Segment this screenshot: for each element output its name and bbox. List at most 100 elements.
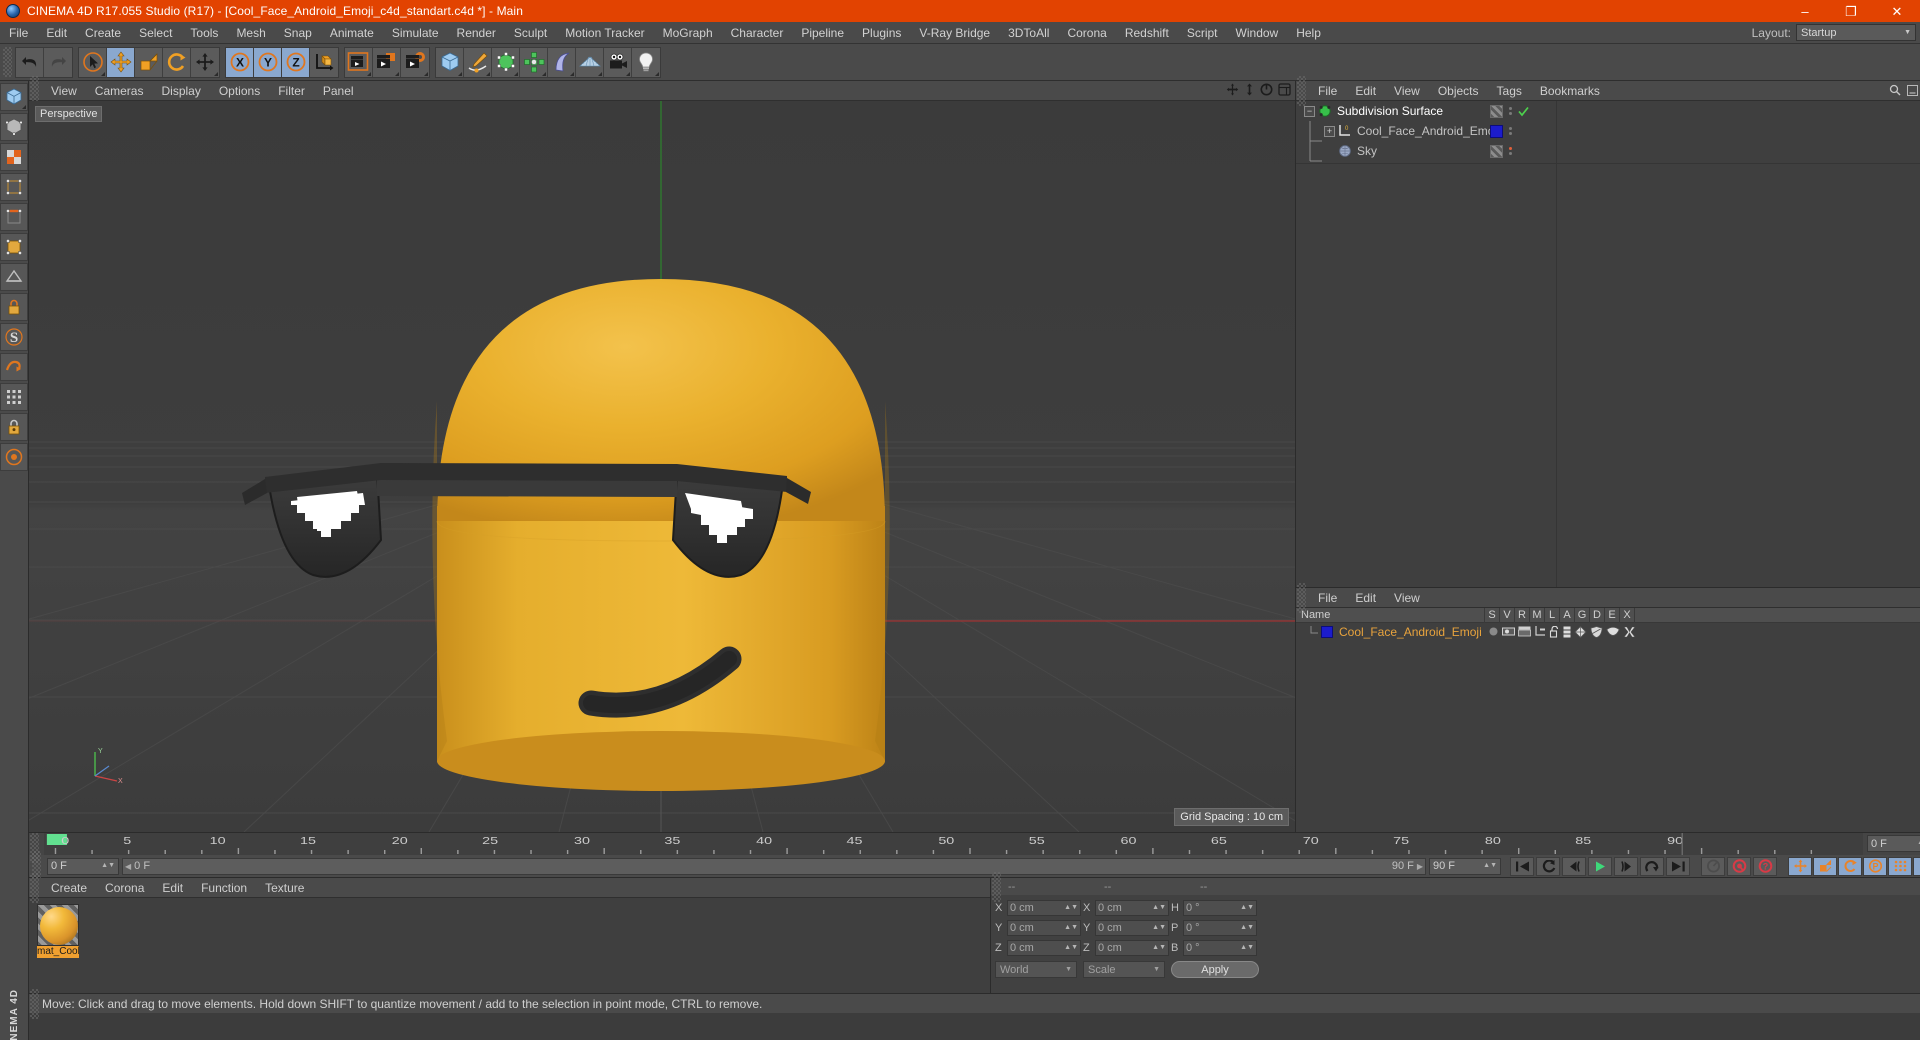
visibility-dots[interactable]	[1507, 107, 1514, 115]
scale-key-button[interactable]	[1813, 856, 1837, 876]
lock-y-axis-button[interactable]: Y	[254, 47, 282, 77]
coord-input-pos-y[interactable]: 0 cm ▲▼	[1007, 920, 1081, 936]
add-nurbs-button[interactable]	[492, 47, 520, 77]
render-icon[interactable]	[1518, 626, 1531, 637]
rotate-icon[interactable]	[1260, 83, 1273, 96]
coord-input-size-y[interactable]: 0 cm ▲▼	[1095, 920, 1169, 936]
layout-dropdown[interactable]: Startup ▼	[1796, 24, 1916, 41]
coordinates-grip[interactable]	[992, 871, 1001, 902]
add-environment-button[interactable]	[576, 47, 604, 77]
cap-icon[interactable]	[1606, 626, 1620, 637]
quantize-button[interactable]	[0, 443, 28, 471]
viewport-3d-scene[interactable]	[29, 101, 1295, 832]
menu-item-3dtoall[interactable]: 3DToAll	[999, 22, 1058, 44]
minimize-panel-icon[interactable]	[1907, 84, 1918, 96]
object-tree[interactable]: − Subdivision Surface + 0 Cool_Face_Andr…	[1296, 101, 1920, 587]
material-tag-icon[interactable]	[1490, 124, 1503, 138]
display-tag-icon[interactable]	[1490, 104, 1503, 118]
column-header-d[interactable]: D	[1590, 607, 1605, 623]
world-object-coord-button[interactable]	[310, 47, 338, 77]
keyframe-selection-button[interactable]: ?	[1753, 856, 1777, 876]
close-button[interactable]: ✕	[1874, 0, 1920, 22]
column-header-s[interactable]: S	[1485, 607, 1500, 623]
autokey-button[interactable]	[1701, 856, 1725, 876]
spinner-icon[interactable]: ▲▼	[1240, 944, 1254, 951]
matmgr-menu-edit[interactable]: Edit	[153, 878, 192, 898]
display-tag-icon[interactable]	[1490, 144, 1503, 158]
scale-tool[interactable]	[135, 47, 163, 77]
spinner-icon[interactable]: ▲▼	[1064, 904, 1078, 911]
column-header-a[interactable]: A	[1560, 607, 1575, 623]
menu-item-motion-tracker[interactable]: Motion Tracker	[556, 22, 653, 44]
rotation-key-button[interactable]	[1838, 856, 1862, 876]
viewport-canvas-wrapper[interactable]: Perspective Y X Grid Spacing: 10 cm	[29, 101, 1295, 832]
material-thumbnail[interactable]	[37, 904, 79, 946]
lock-z-axis-button[interactable]: Z	[282, 47, 310, 77]
material-list[interactable]: mat_Cool	[29, 898, 990, 993]
bone-icon[interactable]	[1623, 626, 1636, 638]
model-mode-button[interactable]	[0, 113, 28, 141]
next-key-button[interactable]	[1640, 856, 1664, 876]
play-backward-button[interactable]	[1562, 856, 1586, 876]
object-row-cool-face-android-emoji[interactable]: + 0 Cool_Face_Android_Emoji	[1296, 121, 1920, 141]
column-header-r[interactable]: R	[1515, 607, 1530, 623]
eye-icon[interactable]	[1502, 626, 1515, 637]
coordinate-mode-dropdown[interactable]: Scale ▼	[1083, 961, 1165, 978]
expander-toggle[interactable]: −	[1304, 105, 1315, 117]
go-to-end-button[interactable]	[1666, 856, 1690, 876]
live-selection-tool[interactable]	[79, 47, 107, 77]
column-header-e[interactable]: E	[1605, 607, 1620, 623]
unlock-icon[interactable]	[1549, 625, 1560, 638]
previous-key-button[interactable]	[1536, 856, 1560, 876]
make-editable-button[interactable]	[0, 83, 28, 111]
rotate-tool[interactable]	[163, 47, 191, 77]
spinner-icon[interactable]: ▲▼	[1152, 904, 1166, 911]
pan-icon[interactable]	[1226, 83, 1239, 96]
points-mode-button[interactable]	[0, 173, 28, 201]
menu-item-vray-bridge[interactable]: V-Ray Bridge	[910, 22, 999, 44]
enable-axis-button[interactable]	[0, 383, 28, 411]
point-level-anim-button[interactable]	[1888, 856, 1912, 876]
range-right-arrow-icon[interactable]: ▶	[1417, 862, 1423, 871]
lock-x-axis-button[interactable]: X	[226, 47, 254, 77]
timeline-ruler[interactable]: 0 5 10 15 20 25 30 35 40 45 50 55 60 65 70 75 80…	[29, 833, 1920, 863]
play-forward-button[interactable]	[1588, 856, 1612, 876]
status-bar-grip[interactable]	[30, 988, 39, 1019]
apply-button[interactable]: Apply	[1171, 961, 1259, 978]
spinner-icon[interactable]: ▲▼	[1483, 862, 1497, 869]
visibility-dots[interactable]	[1507, 147, 1514, 155]
material-chip[interactable]: mat_Cool	[37, 904, 79, 958]
viewport-menu-filter[interactable]: Filter	[269, 81, 314, 101]
timeline-ruler-canvas[interactable]: 0 5 10 15 20 25 30 35 40 45 50 55 60 65 70 75 80…	[44, 833, 1863, 855]
zoom-icon[interactable]	[1244, 83, 1255, 96]
material-manager-grip[interactable]	[30, 872, 39, 903]
objmgr-menu-tags[interactable]: Tags	[1488, 81, 1531, 101]
shield-icon[interactable]	[1590, 625, 1603, 638]
spinner-icon[interactable]: ▲▼	[1152, 944, 1166, 951]
objmgr-menu-bookmarks[interactable]: Bookmarks	[1531, 81, 1609, 101]
lock-button[interactable]	[0, 413, 28, 441]
menu-item-file[interactable]: File	[0, 22, 37, 44]
go-to-start-button[interactable]	[1510, 856, 1534, 876]
viewport-menu-view[interactable]: View	[42, 81, 86, 101]
menu-item-help[interactable]: Help	[1287, 22, 1330, 44]
spinner-icon[interactable]: ▲▼	[1240, 924, 1254, 931]
tag-table[interactable]: Name S V R M L A G D E X Cool_Face_Andro…	[1296, 607, 1920, 832]
coordinate-system-dropdown[interactable]: World ▼	[995, 961, 1077, 978]
add-deformer-button[interactable]	[548, 47, 576, 77]
viewport-menu-options[interactable]: Options	[210, 81, 269, 101]
menu-item-plugins[interactable]: Plugins	[853, 22, 910, 44]
maximize-button[interactable]: ❐	[1828, 0, 1874, 22]
menu-item-tools[interactable]: Tools	[181, 22, 227, 44]
add-light-button[interactable]	[632, 47, 660, 77]
menu-item-snap[interactable]: Snap	[275, 22, 321, 44]
menu-item-redshift[interactable]: Redshift	[1116, 22, 1178, 44]
menu-item-animate[interactable]: Animate	[321, 22, 383, 44]
coord-input-rot-h[interactable]: 0 ° ▲▼	[1183, 900, 1257, 916]
render-to-picture-viewer-button[interactable]	[373, 47, 401, 77]
menu-item-sculpt[interactable]: Sculpt	[505, 22, 556, 44]
column-header-g[interactable]: G	[1575, 607, 1590, 623]
menu-item-create[interactable]: Create	[76, 22, 130, 44]
tagmgr-menu-view[interactable]: View	[1385, 588, 1429, 608]
menu-item-window[interactable]: Window	[1227, 22, 1288, 44]
